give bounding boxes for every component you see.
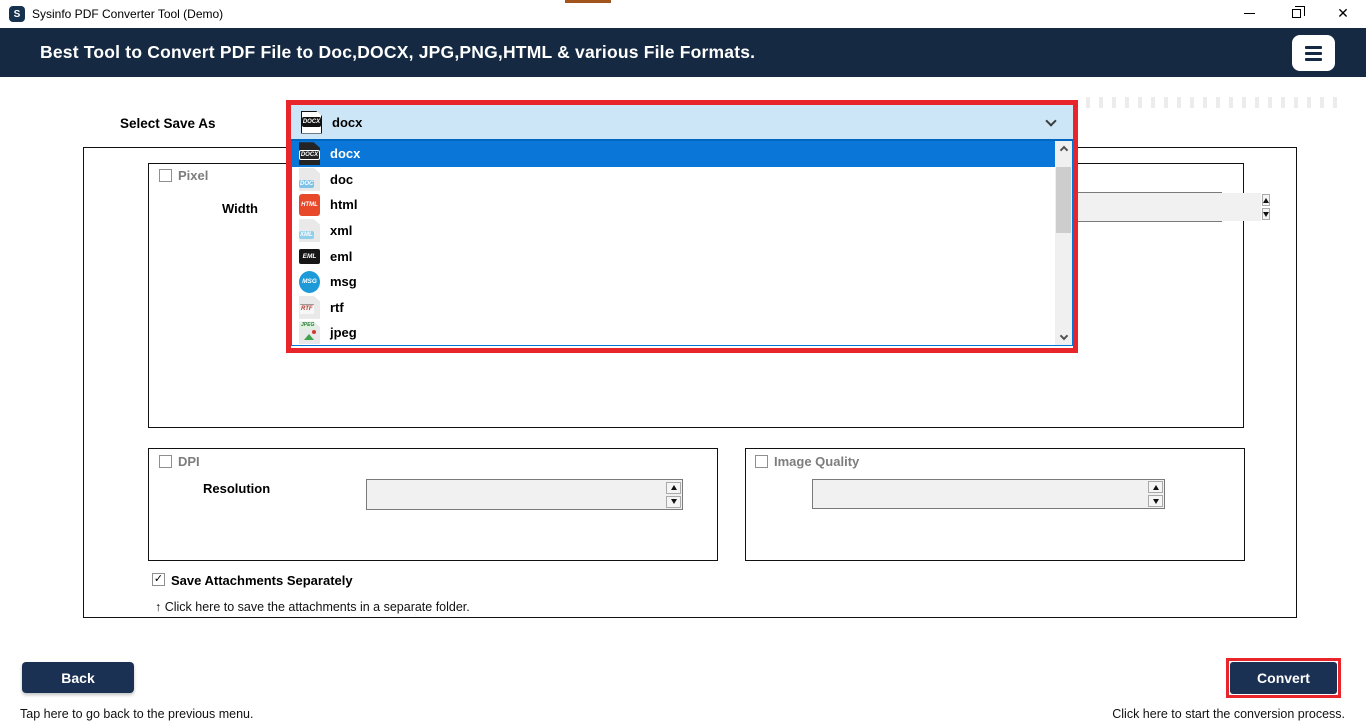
eml-file-icon: EML — [299, 245, 320, 268]
restore-button[interactable] — [1281, 3, 1311, 23]
app-logo-icon: S — [9, 6, 25, 22]
hamburger-menu-button[interactable] — [1292, 35, 1335, 71]
xml-file-icon: XML — [299, 219, 320, 243]
dropdown-option-xml[interactable]: XML xml — [292, 218, 1072, 244]
convert-button-highlight: Convert — [1226, 658, 1341, 698]
back-hint-text: Tap here to go back to the previous menu… — [20, 707, 254, 721]
dpi-label: DPI — [178, 454, 200, 469]
spinner-up-icon — [1152, 484, 1159, 490]
chevron-down-icon — [1059, 331, 1068, 341]
hamburger-menu-icon — [1305, 45, 1322, 49]
convert-hint-text: Click here to start the conversion proce… — [1112, 707, 1345, 721]
width-input[interactable] — [1077, 193, 1261, 221]
save-as-combobox[interactable]: DOCX docx — [291, 105, 1073, 141]
save-as-dropdown-highlight: DOCX docx DOCX docx DOC doc HTML html XM… — [286, 100, 1078, 353]
convert-button[interactable]: Convert — [1230, 662, 1337, 694]
save-as-option-list: DOCX docx DOC doc HTML html XML xml EML … — [291, 141, 1073, 346]
dropdown-option-msg[interactable]: MSG msg — [292, 269, 1072, 295]
image-quality-spin-up-button[interactable] — [1148, 481, 1163, 493]
dropdown-option-html[interactable]: HTML html — [292, 192, 1072, 218]
app-window: S Sysinfo PDF Converter Tool (Demo) ✕ Be… — [0, 0, 1366, 727]
doc-file-icon: DOC — [299, 167, 320, 191]
chevron-up-icon — [1059, 145, 1068, 155]
pixel-label: Pixel — [178, 168, 209, 183]
save-attachments-hint: ↑ Click here to save the attachments in … — [155, 600, 470, 614]
spinner-up-icon — [670, 485, 677, 490]
dropdown-option-doc[interactable]: DOC doc — [292, 167, 1072, 193]
app-header: Best Tool to Convert PDF File to Doc,DOC… — [0, 28, 1366, 77]
combobox-selected-value: docx — [332, 114, 363, 130]
restore-icon — [1291, 5, 1305, 18]
minimize-icon — [1243, 12, 1255, 14]
minimize-button[interactable] — [1234, 3, 1264, 23]
width-label: Width — [222, 201, 258, 216]
close-icon: ✕ — [1337, 5, 1349, 21]
msg-file-icon: MSG — [299, 270, 320, 293]
resolution-spinner — [366, 479, 683, 510]
check-icon: ✓ — [153, 573, 164, 585]
resolution-input[interactable] — [367, 480, 665, 509]
dpi-checkbox-row: DPI — [159, 454, 200, 469]
scrollbar-down-button[interactable] — [1055, 330, 1072, 345]
resolution-spin-down-button[interactable] — [666, 495, 681, 508]
resolution-spin-up-button[interactable] — [666, 481, 681, 494]
width-spinner — [1076, 192, 1270, 222]
width-spin-up-button[interactable] — [1262, 194, 1270, 206]
window-title: Sysinfo PDF Converter Tool (Demo) — [32, 7, 224, 21]
image-quality-checkbox-row: Image Quality — [755, 454, 859, 469]
width-spin-down-button[interactable] — [1262, 208, 1270, 220]
dropdown-option-jpeg[interactable]: JPEG jpeg — [292, 320, 1072, 345]
chevron-down-icon — [1045, 115, 1057, 127]
docx-file-icon: DOCX — [299, 142, 320, 166]
jpeg-file-icon: JPEG — [299, 321, 320, 345]
docx-file-icon: DOCX — [301, 110, 322, 134]
image-quality-checkbox[interactable] — [755, 455, 768, 468]
image-quality-input[interactable] — [813, 480, 1147, 508]
resolution-label: Resolution — [203, 481, 271, 496]
spinner-down-icon — [670, 499, 677, 504]
image-quality-label: Image Quality — [774, 454, 860, 469]
scrollbar-up-button[interactable] — [1055, 141, 1072, 156]
spinner-up-icon — [1263, 197, 1269, 203]
recording-marker-bar — [565, 0, 611, 3]
dpi-checkbox[interactable] — [159, 455, 172, 468]
spinner-down-icon — [1152, 498, 1159, 504]
select-save-as-label: Select Save As — [120, 116, 216, 131]
dropdown-scrollbar[interactable] — [1055, 141, 1072, 345]
html-file-icon: HTML — [299, 193, 320, 216]
save-attachments-label: Save Attachments Separately — [171, 573, 353, 588]
title-bar: S Sysinfo PDF Converter Tool (Demo) ✕ — [0, 0, 1366, 28]
save-attachments-checkbox[interactable]: ✓ — [152, 573, 165, 586]
scrollbar-thumb[interactable] — [1056, 167, 1071, 233]
dropdown-option-eml[interactable]: EML eml — [292, 243, 1072, 269]
rtf-file-icon: RTF — [299, 295, 320, 319]
image-quality-spin-down-button[interactable] — [1148, 495, 1163, 507]
pixel-checkbox-row: Pixel — [159, 168, 208, 183]
close-button[interactable]: ✕ — [1328, 3, 1358, 23]
focus-dashes-decoration — [1086, 97, 1344, 108]
pixel-checkbox[interactable] — [159, 169, 172, 182]
dropdown-option-docx[interactable]: DOCX docx — [292, 141, 1072, 167]
dropdown-option-rtf[interactable]: RTF rtf — [292, 295, 1072, 321]
spinner-down-icon — [1263, 211, 1269, 217]
back-button[interactable]: Back — [22, 662, 134, 693]
image-quality-spinner — [812, 479, 1165, 509]
header-title: Best Tool to Convert PDF File to Doc,DOC… — [40, 42, 756, 62]
